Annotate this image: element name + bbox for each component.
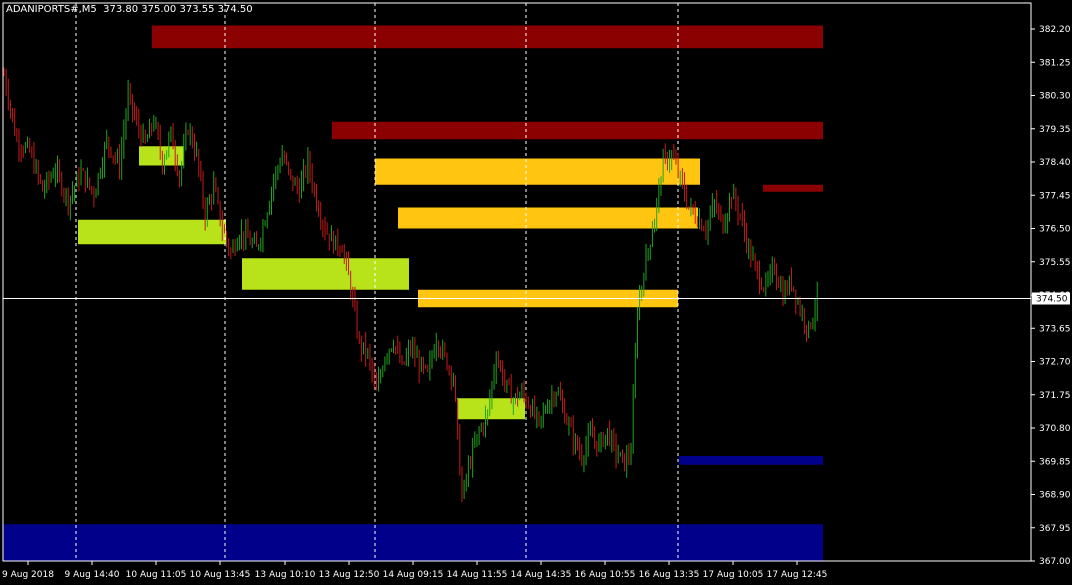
x-tick-label: 13 Aug 12:50 [319, 570, 380, 580]
x-tick-label: 16 Aug 13:35 [639, 570, 700, 580]
y-tick-label: 377.45 [1039, 191, 1071, 201]
x-tick-label: 17 Aug 10:05 [703, 570, 764, 580]
x-tick-label: 10 Aug 13:45 [190, 570, 251, 580]
orange-zone-3 [375, 158, 700, 185]
orange-zone-4 [398, 207, 698, 229]
y-tick-label: 370.80 [1039, 424, 1071, 434]
y-tick-label: 368.90 [1039, 491, 1071, 501]
supply-zone-2 [763, 184, 823, 192]
y-tick-label: 372.70 [1039, 358, 1071, 368]
y-tick-label: 367.00 [1039, 557, 1071, 567]
y-tick-label: 371.75 [1039, 391, 1071, 401]
y-tick-label: 376.50 [1039, 225, 1071, 235]
y-tick-label: 379.35 [1039, 125, 1071, 135]
y-tick-label: 378.40 [1039, 158, 1071, 168]
y-tick-label: 380.30 [1039, 92, 1071, 102]
time-axis: 9 Aug 2018 9 Aug 14:40 10 Aug 11:05 10 Aug … [2, 561, 827, 580]
x-tick-label: 9 Aug 14:40 [65, 570, 120, 580]
plot-border [2, 2, 1032, 562]
price-chart[interactable]: 382.20 381.25 380.30 379.35 378.40 377.45 376.… [0, 0, 1072, 585]
x-tick-label: 14 Aug 14:35 [511, 570, 572, 580]
y-tick-label: 375.55 [1039, 258, 1071, 268]
chart-frame [2, 2, 1032, 562]
current-price-label: 374.50 [1036, 295, 1068, 305]
x-tick-label: 16 Aug 10:55 [575, 570, 636, 580]
lime-zone-8 [242, 258, 409, 290]
x-tick-label: 10 Aug 11:05 [126, 570, 187, 580]
y-tick-label: 373.65 [1039, 324, 1071, 334]
x-tick-label: 14 Aug 11:55 [447, 570, 508, 580]
y-tick-label: 369.85 [1039, 457, 1071, 467]
lime-zone-7 [78, 219, 226, 245]
supply-zone-0 [152, 25, 823, 49]
x-tick-label: 17 Aug 12:45 [767, 570, 828, 580]
supply-zone-1 [332, 121, 823, 140]
x-tick-label: 13 Aug 10:10 [255, 570, 316, 580]
demand-zone-10 [679, 456, 823, 465]
y-tick-label: 367.95 [1039, 524, 1071, 534]
y-tick-label: 381.25 [1039, 58, 1071, 68]
x-tick-label: 9 Aug 2018 [2, 570, 54, 580]
zones-layer [3, 25, 823, 561]
lime-zone-9 [457, 398, 525, 420]
demand-zone-11 [3, 524, 823, 561]
y-tick-label: 382.20 [1039, 25, 1071, 35]
x-tick-label: 14 Aug 09:15 [383, 570, 444, 580]
